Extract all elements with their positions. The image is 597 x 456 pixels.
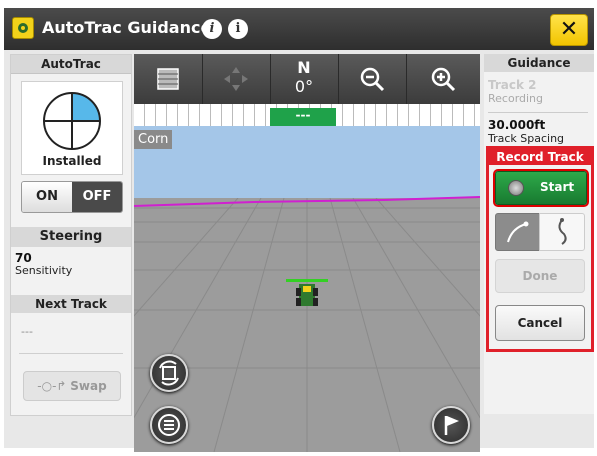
heading-degrees: 0° — [294, 77, 314, 96]
swap-icon: -○-↱ — [37, 379, 71, 393]
autotrac-app-icon — [12, 17, 34, 39]
track-status: Recording — [488, 92, 544, 105]
guidance-header: Guidance — [484, 54, 594, 72]
adaptive-track-mode-button[interactable] — [539, 213, 585, 251]
record-icon — [508, 180, 524, 196]
autotrac-status-button[interactable]: Installed — [21, 81, 123, 175]
sky-area — [134, 126, 480, 198]
field-view-button[interactable] — [134, 54, 203, 104]
autotrac-header: AutoTrac — [11, 55, 131, 74]
toggle-on-option[interactable]: ON — [22, 182, 72, 212]
flag-icon — [444, 416, 459, 435]
zoom-in-icon — [431, 67, 456, 92]
track-spacing-label: Track Spacing — [488, 132, 565, 145]
swap-label: Swap — [70, 379, 107, 393]
adaptive-track-icon — [558, 218, 567, 245]
next-track-header: Next Track — [11, 295, 131, 313]
autotrac-on-off-toggle[interactable]: ON OFF — [21, 181, 123, 213]
track-name: Track 2 — [488, 78, 537, 92]
zoom-in-button[interactable] — [406, 54, 480, 104]
toggle-off-option[interactable]: OFF — [72, 182, 122, 212]
record-track-panel: Record Track Start Done Cancel — [486, 146, 594, 352]
record-track-header: Record Track — [489, 149, 591, 165]
next-track-value: --- — [21, 325, 33, 338]
offset-indicator: --- — [270, 108, 336, 126]
zoom-out-icon — [360, 67, 385, 92]
close-button[interactable]: ✕ — [550, 14, 588, 46]
list-menu-icon — [158, 414, 180, 436]
curve-track-icon — [507, 221, 529, 243]
left-panel: AutoTrac Installed ON OFF Steering 70 Se… — [10, 54, 132, 416]
title-bar: AutoTrac Guidance i i ✕ — [4, 8, 594, 50]
map-toolbar: N 0° — [134, 54, 480, 104]
pan-arrows-icon — [224, 67, 248, 91]
guidance-map-view[interactable]: N 0° --- Corn — [134, 54, 480, 452]
curved-track-mode-button[interactable] — [495, 213, 541, 251]
window-title: AutoTrac Guidance — [42, 18, 212, 37]
tractor-icon — [286, 279, 328, 306]
field-grid-icon — [157, 68, 179, 90]
autotrac-quadrant-icon — [43, 92, 101, 150]
crop-label: Corn — [134, 130, 173, 149]
autotrac-installed-label: Installed — [42, 154, 102, 168]
view-rotate-button[interactable] — [150, 354, 188, 392]
menu-button[interactable] — [150, 406, 188, 444]
start-recording-button[interactable]: Start — [495, 171, 587, 205]
app-window: AutoTrac Guidance i i ✕ AutoTrac Install… — [4, 8, 594, 452]
steering-header: Steering — [11, 227, 131, 247]
heading-indicator[interactable]: N 0° — [270, 54, 339, 104]
flag-button[interactable] — [432, 406, 470, 444]
info-icon[interactable]: i — [202, 19, 222, 39]
track-spacing-value[interactable]: 30.000ft — [488, 118, 545, 132]
pan-button[interactable] — [202, 54, 271, 104]
zoom-out-button[interactable] — [338, 54, 407, 104]
help-icon[interactable]: i — [228, 19, 248, 39]
done-button[interactable]: Done — [495, 259, 585, 293]
swap-button[interactable]: -○-↱ Swap — [23, 371, 121, 401]
compass-north-label: N — [297, 58, 311, 77]
sensitivity-label: Sensitivity — [15, 264, 73, 277]
start-label: Start — [540, 180, 575, 194]
rotate-view-icon — [159, 360, 179, 386]
divider — [19, 353, 123, 354]
cancel-button[interactable]: Cancel — [495, 305, 585, 341]
sensitivity-value[interactable]: 70 — [15, 251, 32, 265]
field-boundary-line — [134, 196, 480, 207]
divider — [488, 112, 588, 113]
right-panel: Guidance Track 2 Recording 30.000ft Trac… — [484, 54, 594, 414]
